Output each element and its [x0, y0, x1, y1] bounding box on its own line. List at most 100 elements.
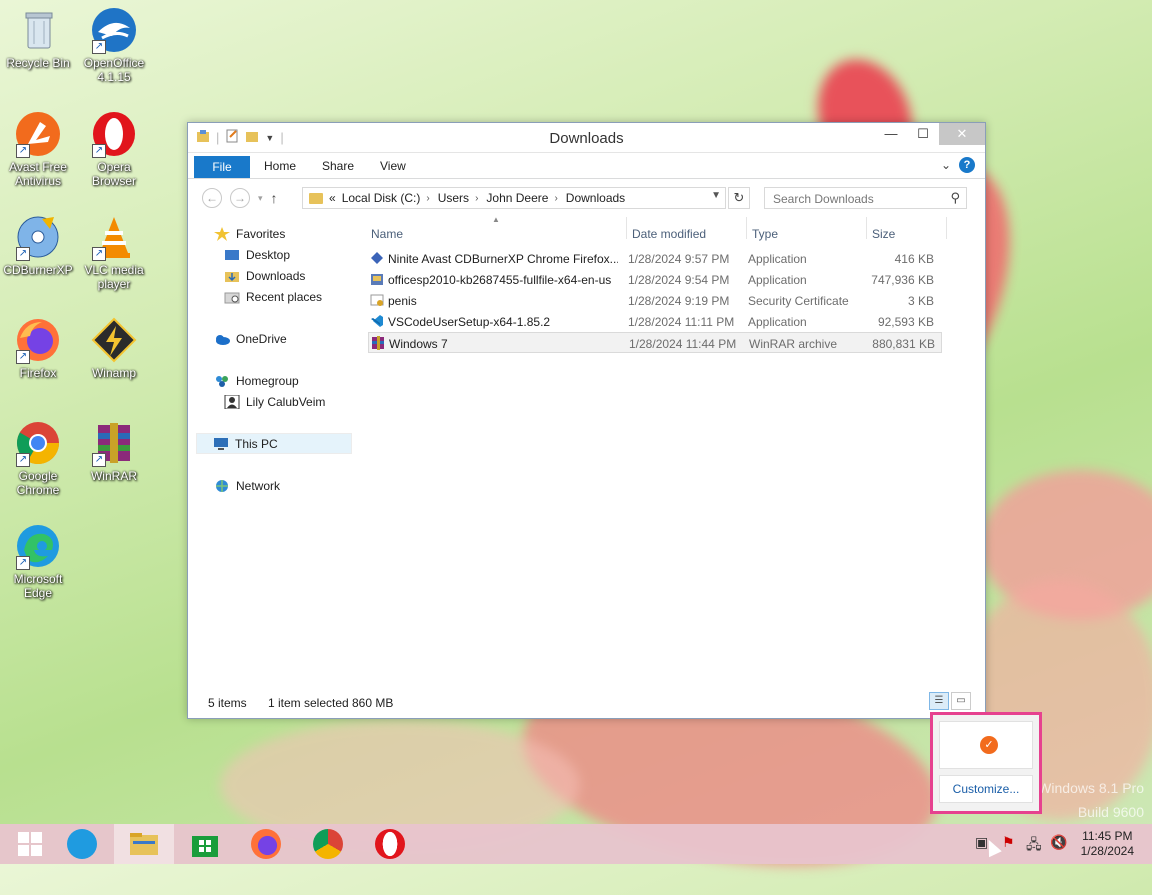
nav-desktop[interactable]: Desktop: [224, 248, 290, 262]
nav-label: This PC: [235, 436, 278, 451]
network-tray-icon[interactable]: 🖧: [1026, 834, 1042, 858]
opera-icon: [375, 829, 405, 859]
selection-count: 1 item selected: [268, 696, 349, 710]
firefox-taskbar-button[interactable]: [236, 824, 296, 864]
onedrive-icon: [214, 332, 230, 346]
ninite-icon: [370, 251, 384, 265]
customize-link[interactable]: Customize...: [939, 775, 1033, 803]
nav-homegroup[interactable]: Homegroup: [214, 374, 299, 388]
file-date: 1/28/2024 9:57 PM: [628, 252, 730, 266]
file-type: Security Certificate: [748, 294, 849, 308]
breadcrumb-downloads[interactable]: Downloads: [566, 191, 625, 205]
avast-tray-icon[interactable]: ✓: [980, 736, 998, 754]
clock[interactable]: 11:45 PM 1/28/2024: [1081, 829, 1134, 859]
file-row[interactable]: officesp2010-kb2687455-fullfile-x64-en-u…: [368, 269, 942, 290]
nav-recent-places[interactable]: Recent places: [224, 290, 322, 304]
chrome-taskbar-button[interactable]: [298, 824, 358, 864]
chevron-right-icon[interactable]: ›: [426, 193, 429, 204]
desktop-icon-winrar[interactable]: ↗ WinRAR: [77, 419, 151, 483]
maximize-button[interactable]: ☐: [907, 123, 939, 145]
file-row[interactable]: penis 1/28/2024 9:19 PM Security Certifi…: [368, 290, 942, 311]
homegroup-icon: [214, 374, 230, 388]
sort-ascending-icon: ▲: [492, 215, 500, 224]
firefox-icon: ↗: [14, 316, 62, 364]
tray-overflow-popup: ✓ Customize...: [930, 712, 1042, 814]
desktop-icon-label: CDBurnerXP: [3, 263, 73, 277]
nav-label: Homegroup: [236, 374, 299, 388]
column-header-date[interactable]: Date modified: [632, 227, 706, 241]
recent-locations-icon[interactable]: ▾: [258, 193, 263, 204]
tab-share[interactable]: Share: [322, 159, 354, 173]
desktop-icon-label: Recycle Bin: [6, 56, 70, 70]
desktop-icon-vlc[interactable]: ↗ VLC media player: [77, 213, 151, 291]
file-type: Application: [748, 252, 807, 266]
desktop-icon-openoffice[interactable]: ↗ OpenOffice 4.1.15: [77, 6, 151, 84]
desktop-icon-winamp[interactable]: Winamp: [77, 316, 151, 380]
tab-file[interactable]: File: [194, 156, 250, 178]
desktop-icon-label: Google Chrome: [16, 469, 60, 497]
desktop-icon-edge[interactable]: ↗ Microsoft Edge: [1, 522, 75, 600]
installer-icon: [370, 272, 384, 286]
nav-this-pc[interactable]: This PC: [196, 433, 352, 454]
column-header-name[interactable]: Name: [371, 227, 403, 241]
file-row-selected[interactable]: Windows 7 1/28/2024 11:44 PM WinRAR arch…: [368, 332, 942, 353]
help-icon[interactable]: ?: [959, 157, 975, 173]
nav-network[interactable]: Network: [214, 479, 280, 493]
back-button[interactable]: ←: [202, 188, 222, 208]
file-explorer-taskbar-button[interactable]: [114, 824, 174, 864]
desktop-icon-recycle-bin[interactable]: Recycle Bin: [1, 6, 75, 70]
file-name: Windows 7: [389, 337, 448, 351]
star-icon: [214, 227, 230, 241]
opera-taskbar-button[interactable]: [360, 824, 420, 864]
breadcrumb-user[interactable]: John Deere: [486, 191, 548, 205]
desktop-icon-cdburnerxp[interactable]: ↗ CDBurnerXP: [1, 213, 75, 277]
desktop-icon-avast[interactable]: ↗ Avast Free Antivirus: [1, 110, 75, 188]
forward-button[interactable]: →: [230, 188, 250, 208]
edge-taskbar-button[interactable]: [52, 824, 112, 864]
minimize-button[interactable]: —: [875, 123, 907, 145]
nav-onedrive[interactable]: OneDrive: [214, 332, 287, 346]
breadcrumb-local-disk[interactable]: Local Disk (C:): [342, 191, 421, 205]
address-bar[interactable]: « Local Disk (C:) › Users › John Deere ›…: [302, 187, 726, 209]
breadcrumb-overflow[interactable]: «: [329, 191, 336, 205]
expand-ribbon-icon[interactable]: ⌄: [941, 158, 951, 172]
chevron-right-icon[interactable]: ›: [554, 193, 557, 204]
action-center-icon[interactable]: ⚑: [1002, 834, 1015, 851]
start-button[interactable]: [0, 824, 60, 864]
clock-time: 11:45 PM: [1082, 829, 1133, 843]
desktop-icon-label: VLC media player: [84, 263, 144, 291]
chevron-down-icon[interactable]: ▼: [711, 190, 721, 201]
tab-view[interactable]: View: [380, 159, 406, 173]
taskbar: ▣ ⚑ 🖧 🔇 11:45 PM 1/28/2024: [0, 824, 1152, 864]
search-icon: ⚲: [950, 190, 960, 205]
chevron-right-icon[interactable]: ›: [475, 193, 478, 204]
file-row[interactable]: Ninite Avast CDBurnerXP Chrome Firefox..…: [368, 248, 942, 269]
file-date: 1/28/2024 9:19 PM: [628, 294, 730, 308]
navigation-bar: ← → ▾ ↑ « Local Disk (C:) › Users › John…: [188, 179, 985, 215]
store-taskbar-button[interactable]: [175, 824, 235, 864]
column-header-size[interactable]: Size: [872, 227, 895, 241]
winrar-icon: ↗: [90, 419, 138, 467]
title-bar[interactable]: | ▼ | Downloads — ☐ ✕: [188, 123, 985, 153]
desktop-icon-firefox[interactable]: ↗ Firefox: [1, 316, 75, 380]
close-button[interactable]: ✕: [939, 123, 985, 145]
desktop-icon-opera[interactable]: ↗ Opera Browser: [77, 110, 151, 188]
volume-muted-icon[interactable]: 🔇: [1050, 834, 1067, 851]
refresh-button[interactable]: ↻: [728, 187, 750, 209]
nav-downloads[interactable]: Downloads: [224, 269, 305, 283]
nav-homegroup-user[interactable]: Lily CalubVeim: [224, 394, 325, 410]
file-row[interactable]: VSCodeUserSetup-x64-1.85.2 1/28/2024 11:…: [368, 311, 942, 332]
breadcrumb-users[interactable]: Users: [438, 191, 469, 205]
desktop-icon-chrome[interactable]: ↗ Google Chrome: [1, 419, 75, 497]
winrar-archive-icon: [371, 336, 385, 350]
search-input[interactable]: Search Downloads ⚲: [764, 187, 967, 209]
tab-home[interactable]: Home: [264, 159, 296, 173]
windows-watermark: Windows 8.1 Pro: [1038, 780, 1144, 796]
large-icons-view-button[interactable]: ▭: [951, 692, 971, 710]
file-size: 880,831 KB: [872, 337, 935, 351]
column-header-type[interactable]: Type: [752, 227, 778, 241]
details-view-button[interactable]: ☰: [929, 692, 949, 710]
nav-favorites[interactable]: Favorites: [214, 227, 285, 241]
up-button[interactable]: ↑: [271, 190, 278, 206]
hidden-icons-area: ✓: [939, 721, 1033, 769]
